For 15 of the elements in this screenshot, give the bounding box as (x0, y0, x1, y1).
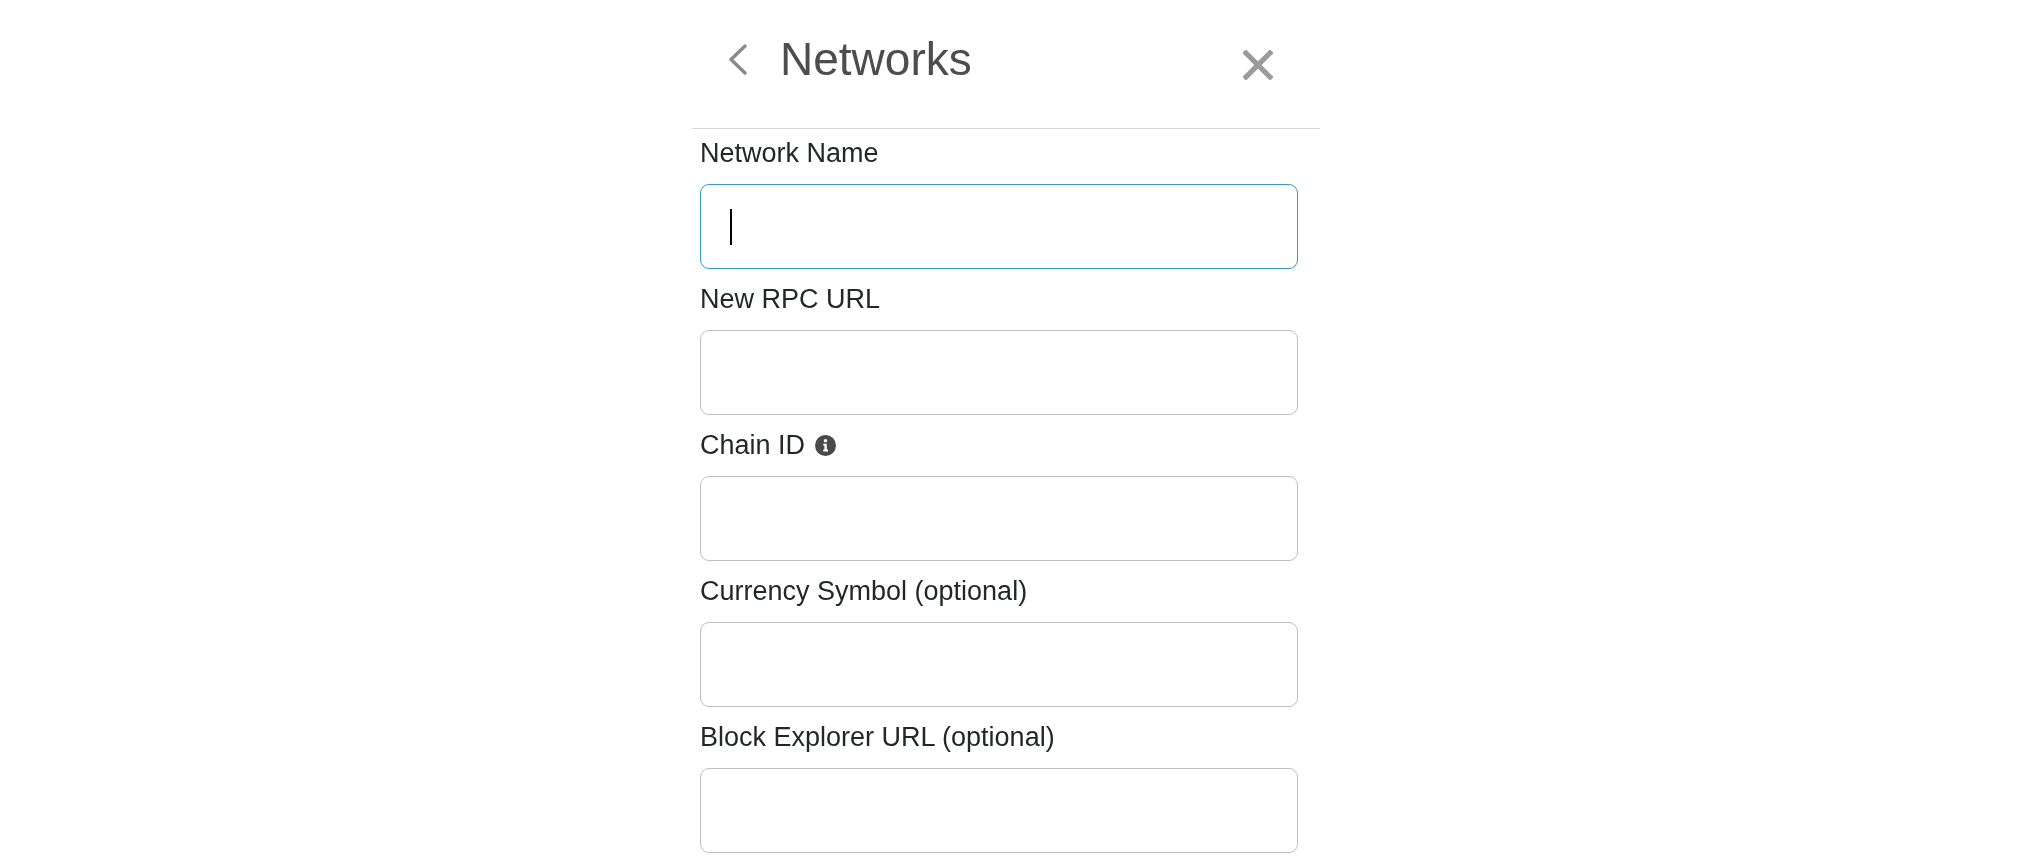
info-icon[interactable] (815, 435, 837, 456)
field-label: Block Explorer URL (optional) (700, 721, 1055, 754)
input-field[interactable] (700, 622, 1298, 707)
text-cursor-icon (730, 208, 732, 245)
input-field[interactable] (700, 768, 1298, 853)
field-label: Currency Symbol (optional) (700, 575, 1028, 608)
field-label: Chain ID (700, 429, 806, 462)
input-field[interactable] (700, 330, 1298, 415)
input-field[interactable] (700, 476, 1298, 561)
field-label: New RPC URL (700, 283, 881, 316)
field-label: Network Name (700, 137, 879, 170)
chevron-left-icon[interactable] (728, 43, 747, 75)
close-icon[interactable] (1243, 49, 1273, 80)
input-field[interactable] (700, 184, 1298, 269)
page-title: Networks (780, 32, 972, 87)
